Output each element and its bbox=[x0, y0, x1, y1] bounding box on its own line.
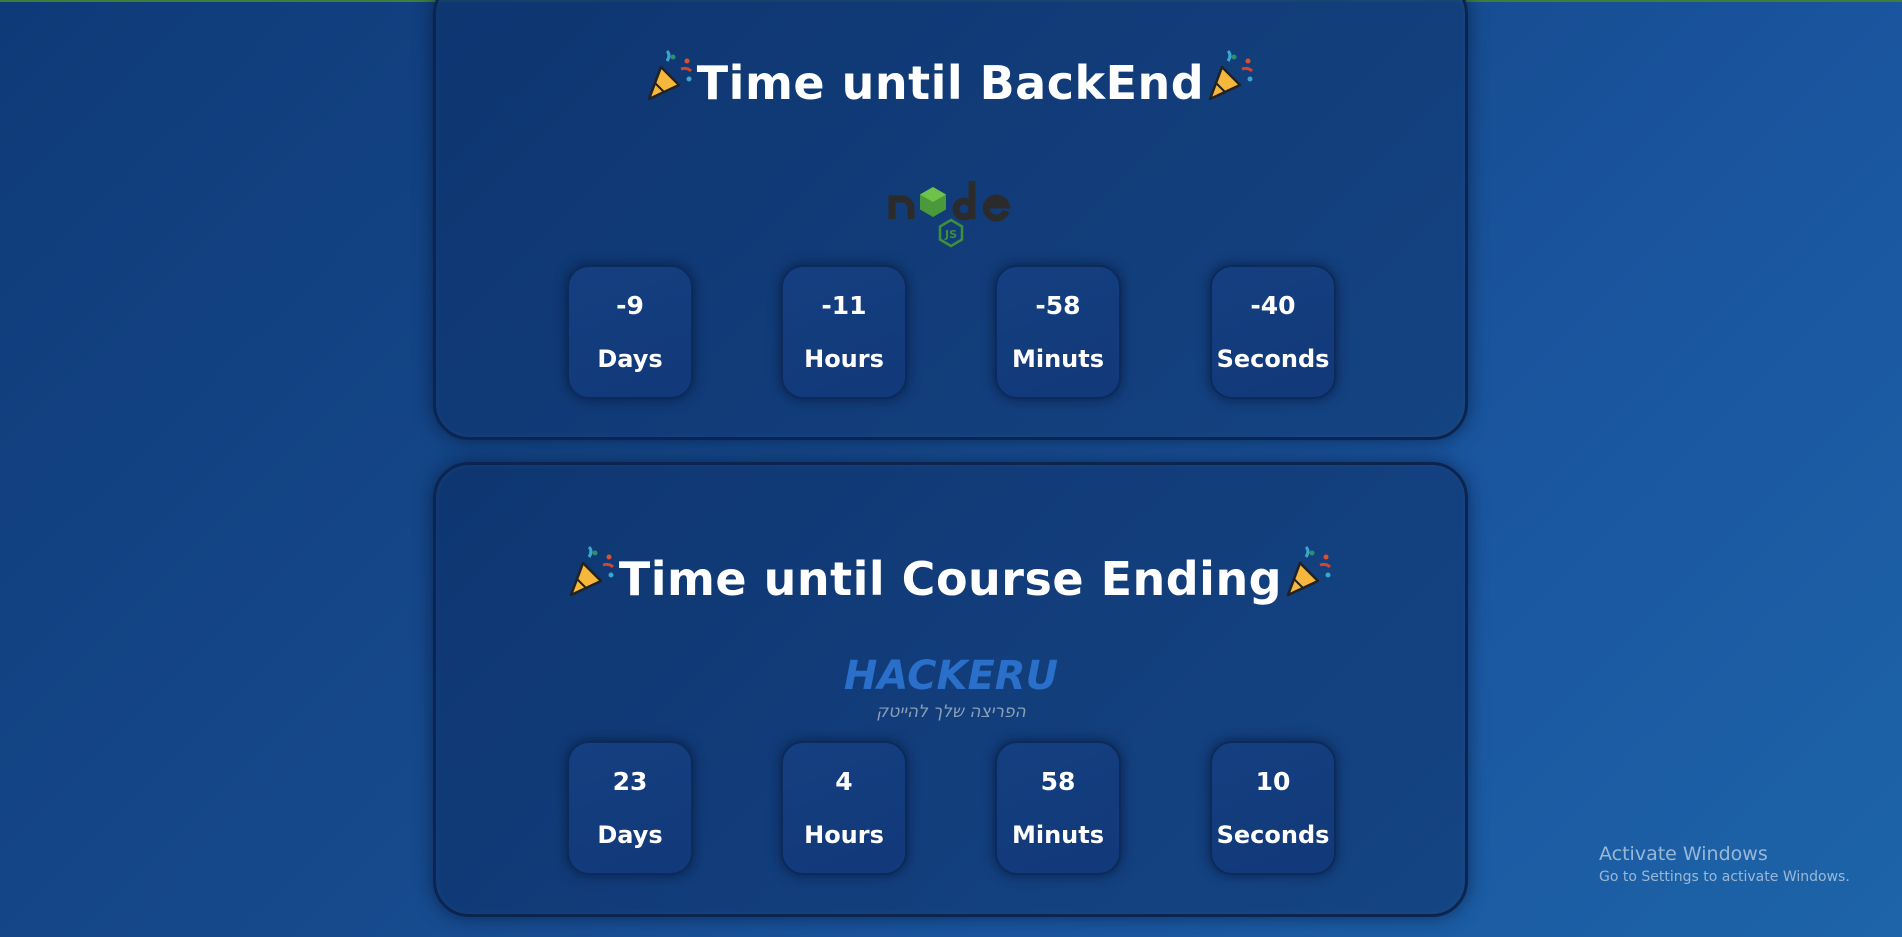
svg-text:JS: JS bbox=[943, 228, 956, 241]
seconds-counter: -40 Seconds bbox=[1210, 265, 1336, 399]
backend-countdown-card: Time until BackEnd JS -9 Days -11 Hours … bbox=[433, 0, 1468, 440]
minutes-label: Minuts bbox=[1011, 345, 1105, 373]
seconds-value: -40 bbox=[1250, 291, 1296, 320]
nodejs-logo: JS bbox=[888, 181, 1011, 248]
activate-windows-watermark: Activate Windows Go to Settings to activ… bbox=[1599, 843, 1850, 885]
days-label: Days bbox=[597, 821, 663, 849]
party-popper-icon bbox=[1208, 49, 1254, 101]
days-counter: 23 Days bbox=[567, 741, 693, 875]
minutes-counter: 58 Minuts bbox=[995, 741, 1121, 875]
minutes-value: -58 bbox=[1035, 291, 1081, 320]
hours-counter: 4 Hours bbox=[781, 741, 907, 875]
seconds-value: 10 bbox=[1255, 767, 1291, 796]
days-counter: -9 Days bbox=[567, 265, 693, 399]
hours-value: 4 bbox=[835, 767, 853, 796]
backend-card-title: Time until BackEnd bbox=[436, 49, 1465, 110]
course-counters: 23 Days 4 Hours 58 Minuts 10 Seconds bbox=[436, 741, 1465, 877]
party-popper-icon bbox=[1286, 545, 1332, 597]
party-popper-icon bbox=[647, 49, 692, 101]
course-ending-countdown-card: Time until Course Ending HACKERU הפריצה … bbox=[433, 462, 1468, 917]
backend-counters: -9 Days -11 Hours -58 Minuts -40 Seconds bbox=[436, 265, 1465, 401]
hours-counter: -11 Hours bbox=[781, 265, 907, 399]
seconds-label: Seconds bbox=[1216, 345, 1330, 373]
svg-text:HACKERU: HACKERU bbox=[843, 653, 1057, 699]
minutes-counter: -58 Minuts bbox=[995, 265, 1121, 399]
activate-windows-title: Activate Windows bbox=[1599, 843, 1768, 865]
course-card-title: Time until Course Ending bbox=[436, 545, 1465, 606]
minutes-label: Minuts bbox=[1011, 821, 1105, 849]
party-popper-icon bbox=[569, 545, 614, 597]
days-value: -9 bbox=[616, 291, 644, 320]
hours-value: -11 bbox=[821, 291, 867, 320]
activate-windows-subtitle: Go to Settings to activate Windows. bbox=[1599, 869, 1850, 885]
svg-text:הפריצה שלך להייטק: הפריצה שלך להייטק bbox=[876, 702, 1025, 722]
days-label: Days bbox=[597, 345, 663, 373]
minutes-value: 58 bbox=[1040, 767, 1076, 796]
hours-label: Hours bbox=[804, 345, 884, 373]
hours-label: Hours bbox=[804, 821, 884, 849]
days-value: 23 bbox=[612, 767, 648, 796]
seconds-counter: 10 Seconds bbox=[1210, 741, 1336, 875]
hackeru-logo: HACKERU הפריצה שלך להייטק bbox=[843, 653, 1057, 722]
seconds-label: Seconds bbox=[1216, 821, 1330, 849]
